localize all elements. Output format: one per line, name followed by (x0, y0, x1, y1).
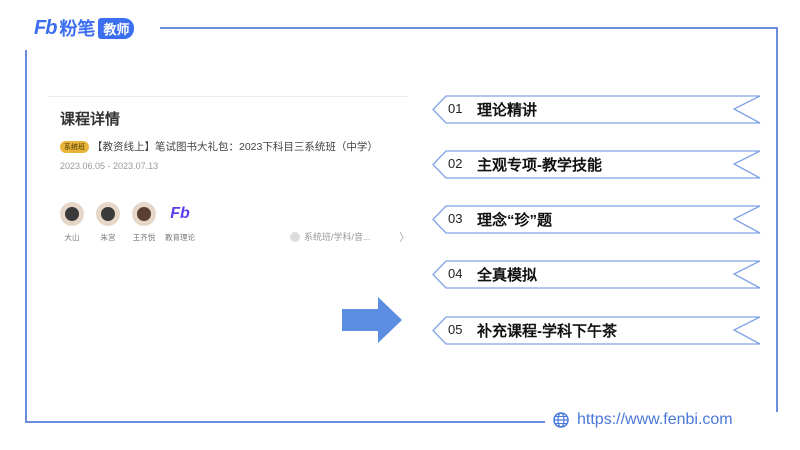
category-text: 系统班/学科/音... (304, 232, 371, 242)
banner-label: 主观专项-教学技能 (477, 157, 602, 174)
globe-icon (553, 412, 569, 428)
banner-label: 理论精讲 (477, 102, 538, 119)
play-icon (290, 231, 300, 242)
teacher-item[interactable]: 朱宫 (94, 202, 122, 243)
teacher-item[interactable]: 王齐悦 (130, 202, 158, 243)
category-link[interactable]: 系统班/学科/音... (290, 230, 371, 243)
card-divider (48, 96, 408, 97)
teacher-name: 教育理论 (165, 233, 195, 242)
section-banner-02: 02 主观专项-教学技能 (432, 150, 761, 179)
banner-label: 理念“珍”题 (477, 212, 553, 229)
teacher-list: 大山 朱宫 王齐悦 Fb 教育理论 (58, 202, 195, 243)
teacher-name: 大山 (64, 233, 80, 242)
system-class-tag: 系统班 (60, 140, 89, 153)
banner-label: 补充课程-学科下午茶 (477, 323, 617, 340)
left-frame-line (25, 50, 27, 423)
fenbi-teacher-logo: Fb 粉笔 教师 (34, 15, 135, 41)
course-detail-title: 课程详情 (60, 111, 121, 128)
banner-number: 03 (448, 211, 463, 226)
course-dates: 2023.06.05 - 2023.07.13 (60, 161, 159, 171)
course-name: 【教资线上】笔试图书大礼包：2023下科目三系统班（中学） (92, 141, 378, 153)
avatar (96, 202, 120, 226)
section-banner-04: 04 全真模拟 (432, 260, 761, 289)
logo-mark: Fb (34, 16, 57, 39)
fenbi-avatar-icon: Fb (170, 205, 190, 222)
banner-number: 02 (448, 156, 463, 171)
banner-number: 01 (448, 101, 463, 116)
avatar (132, 202, 156, 226)
top-frame-line (160, 27, 777, 29)
banner-label: 全真模拟 (477, 267, 538, 284)
teacher-item[interactable]: Fb 教育理论 (165, 202, 195, 243)
right-arrow-icon (342, 297, 402, 343)
teacher-item[interactable]: 大山 (58, 202, 86, 243)
right-frame-line (776, 27, 778, 412)
chevron-right-icon[interactable]: 〉 (399, 229, 410, 245)
bottom-frame-line (25, 421, 545, 423)
section-banner-03: 03 理念“珍”题 (432, 205, 761, 234)
teacher-name: 王齐悦 (132, 233, 156, 242)
banner-number: 05 (448, 322, 463, 337)
teacher-name: 朱宫 (100, 233, 116, 242)
course-name-row[interactable]: 系统班 【教资线上】笔试图书大礼包：2023下科目三系统班（中学） (60, 139, 378, 154)
section-banner-01: 01 理论精讲 (432, 95, 761, 124)
section-banner-05: 05 补充课程-学科下午茶 (432, 316, 761, 345)
logo-name: 粉笔 (59, 19, 96, 39)
url-text: https://www.fenbi.com (577, 411, 733, 428)
avatar (60, 202, 84, 226)
logo-badge: 教师 (98, 17, 135, 39)
banner-number: 04 (448, 266, 463, 281)
website-url[interactable]: https://www.fenbi.com (553, 411, 733, 429)
